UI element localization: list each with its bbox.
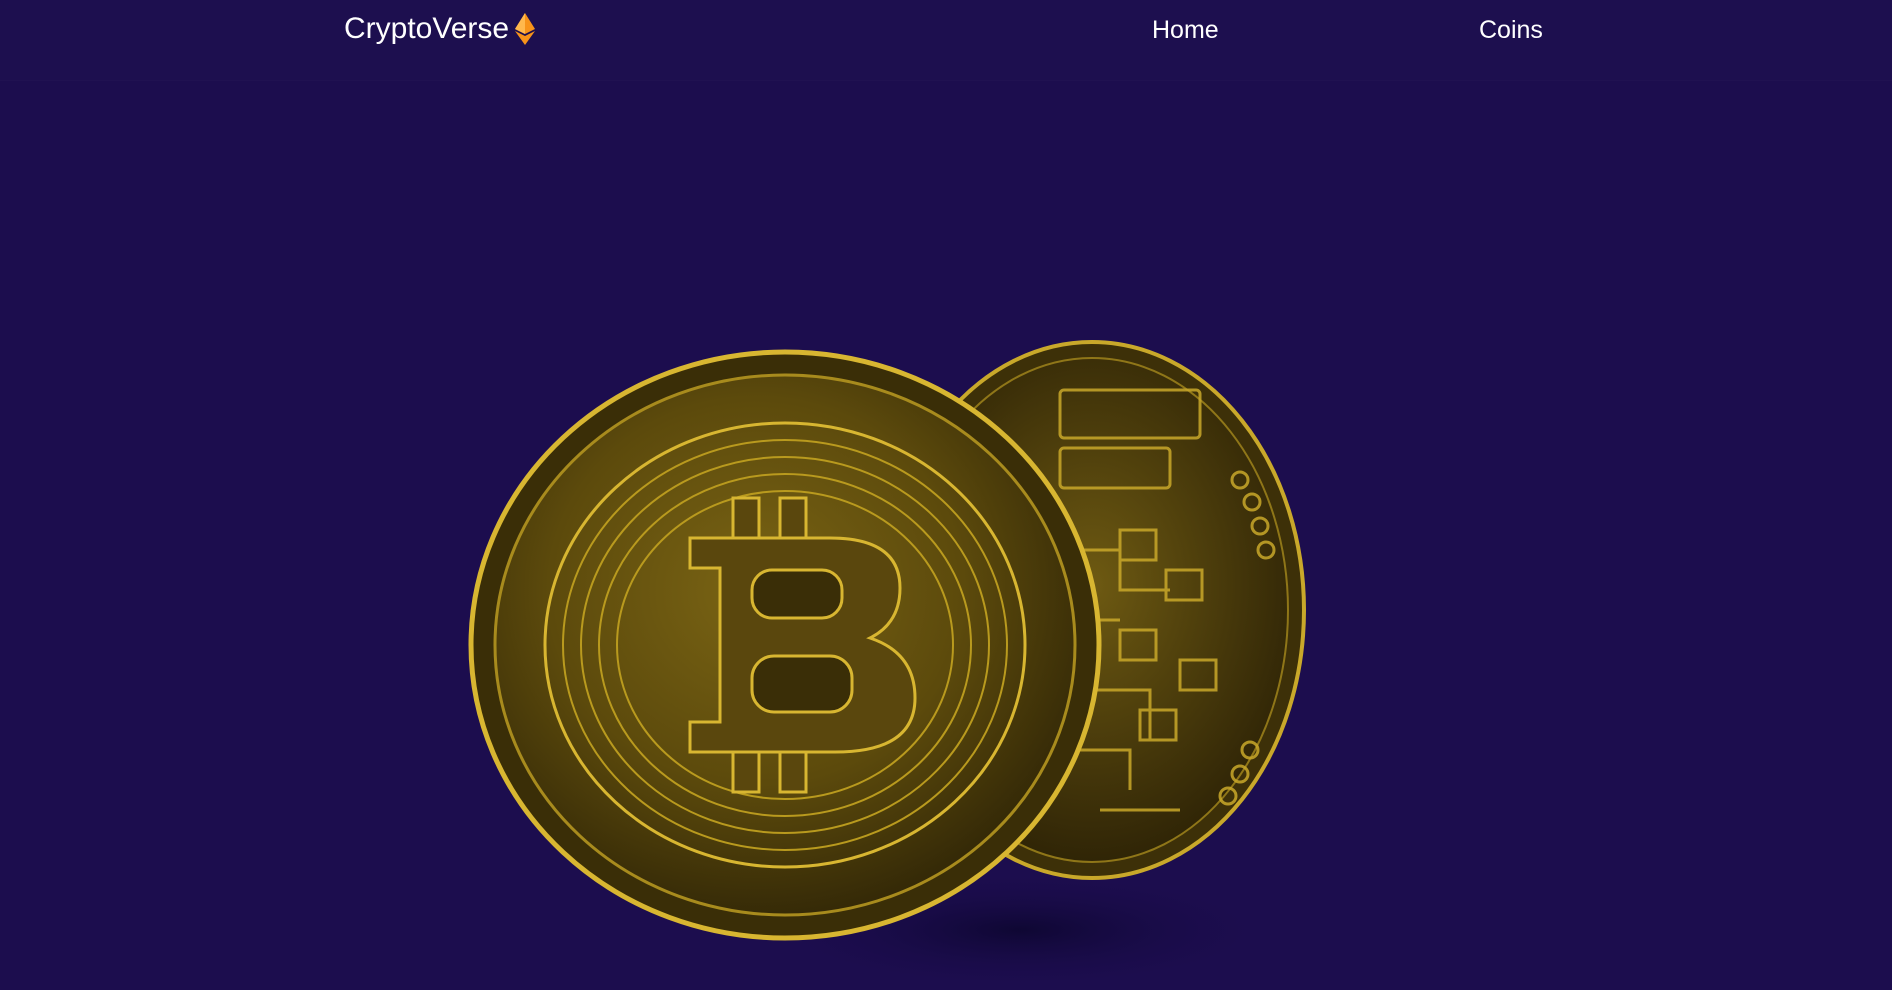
hero-section xyxy=(0,80,1892,990)
navbar: CryptoVerse Home Coins xyxy=(0,0,1892,80)
bitcoin-coins-image xyxy=(468,340,1306,990)
front-coin xyxy=(468,349,1102,941)
brand-name: CryptoVerse xyxy=(344,12,510,45)
nav-link-home[interactable]: Home xyxy=(1152,16,1219,45)
ethereum-icon xyxy=(515,13,536,45)
brand-logo-link[interactable]: CryptoVerse xyxy=(344,12,536,46)
nav-link-coins[interactable]: Coins xyxy=(1479,16,1543,45)
